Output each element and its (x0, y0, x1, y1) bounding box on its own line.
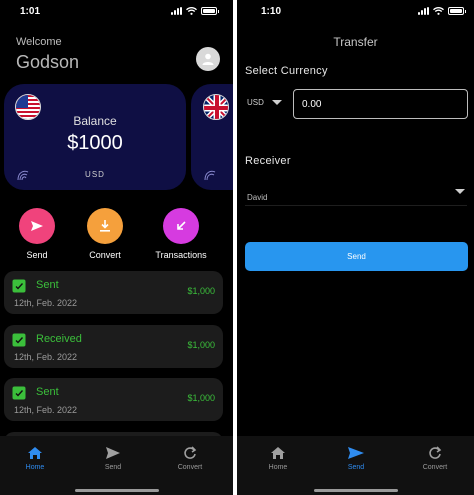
transaction-amount: $1,000 (187, 393, 215, 403)
convert-action-button[interactable] (87, 208, 123, 244)
transaction-date: 12th, Feb. 2022 (14, 352, 78, 362)
divider (245, 205, 467, 206)
nav-convert-label: Convert (177, 464, 203, 471)
nav-home[interactable]: Home (248, 446, 308, 471)
currency-code: USD (247, 98, 264, 107)
uk-flag-icon (203, 94, 229, 120)
send-action-button[interactable] (19, 208, 55, 244)
balance-label: Balance (73, 114, 117, 128)
send-action[interactable]: Send (2, 208, 72, 260)
transaction-title: Sent (36, 279, 59, 291)
nav-convert[interactable]: Convert (405, 446, 465, 471)
nav-convert[interactable]: Convert (160, 446, 220, 471)
refresh-icon (184, 446, 197, 459)
balance-amount: $1000 (67, 132, 123, 154)
transactions-action-button[interactable] (163, 208, 199, 244)
status-bar: 1:10 (237, 0, 474, 24)
page-title: Transfer (333, 35, 378, 49)
send-icon (348, 447, 364, 459)
transaction-date: 12th, Feb. 2022 (14, 405, 78, 415)
nav-send-label: Send (104, 464, 122, 471)
battery-icon (201, 7, 219, 15)
transaction-item[interactable]: Sent 12th, Feb. 2022 $1,000 (4, 378, 223, 421)
receiver-dropdown[interactable]: David (245, 187, 467, 206)
nav-home[interactable]: Home (5, 446, 65, 471)
transaction-amount: $1,000 (187, 286, 215, 296)
nav-send-label: Send (347, 464, 365, 471)
nav-send[interactable]: Send (326, 446, 386, 471)
send-button[interactable]: Send (245, 242, 468, 271)
nav-send[interactable]: Send (83, 446, 143, 471)
send-icon (106, 447, 120, 459)
transaction-item[interactable]: Received 12th, Feb. 2022 $1,000 (4, 325, 223, 368)
wifi-icon (186, 7, 197, 15)
signal-icon (418, 7, 429, 15)
transfer-screen: 1:10 Transfer Select Currency USD Receiv… (237, 0, 474, 495)
transactions-action-label: Transactions (155, 250, 207, 260)
transaction-title: Sent (36, 386, 59, 398)
balance-card-gbp[interactable] (191, 84, 233, 190)
home-icon (271, 447, 285, 459)
balance-card-usd[interactable]: Balance $1000 USD (4, 84, 186, 190)
status-icons (418, 7, 466, 15)
send-action-label: Send (26, 250, 48, 260)
signal-icon (171, 7, 182, 15)
wave-icon (204, 170, 216, 181)
convert-action[interactable]: Convert (70, 208, 140, 260)
status-bar: 1:01 (0, 0, 233, 24)
transactions-action[interactable]: Transactions (146, 208, 216, 260)
transaction-item[interactable]: Sent 12th, Feb. 2022 $1,000 (4, 271, 223, 314)
home-indicator (74, 489, 159, 492)
convert-action-label: Convert (89, 250, 121, 260)
home-indicator (313, 489, 398, 492)
receiver-label: Receiver (245, 155, 291, 167)
home-screen: 1:01 Welcome Godson Balance $1000 USD Se… (0, 0, 233, 495)
battery-icon (448, 7, 466, 15)
nav-convert-label: Convert (422, 464, 448, 471)
chevron-down-icon (271, 100, 282, 105)
transaction-date: 12th, Feb. 2022 (14, 298, 78, 308)
wave-icon (17, 170, 29, 181)
bottom-nav: Home Send Convert (0, 436, 233, 495)
status-time: 1:10 (261, 6, 282, 17)
status-icons (171, 7, 219, 15)
user-icon (202, 53, 214, 65)
wifi-icon (433, 7, 444, 15)
chevron-down-icon (455, 189, 465, 194)
refresh-icon (429, 446, 442, 459)
transaction-title: Received (36, 333, 82, 345)
message-check-icon (12, 386, 26, 400)
nav-home-label: Home (268, 464, 288, 471)
home-icon (28, 447, 42, 459)
bottom-nav: Home Send Convert (237, 436, 474, 495)
nav-home-label: Home (25, 464, 45, 471)
status-time: 1:01 (20, 6, 41, 17)
message-check-icon (12, 279, 26, 293)
username: Godson (16, 52, 80, 72)
transaction-amount: $1,000 (187, 340, 215, 350)
currency-dropdown[interactable]: USD (247, 98, 282, 107)
amount-input[interactable] (293, 89, 468, 119)
arrow-down-left-icon (177, 221, 186, 230)
message-check-icon (12, 333, 26, 347)
welcome-label: Welcome (16, 36, 62, 48)
download-icon (100, 220, 110, 232)
receiver-name: David (247, 193, 268, 202)
select-currency-label: Select Currency (245, 65, 328, 77)
send-icon (31, 221, 43, 231)
avatar[interactable] (196, 47, 220, 71)
